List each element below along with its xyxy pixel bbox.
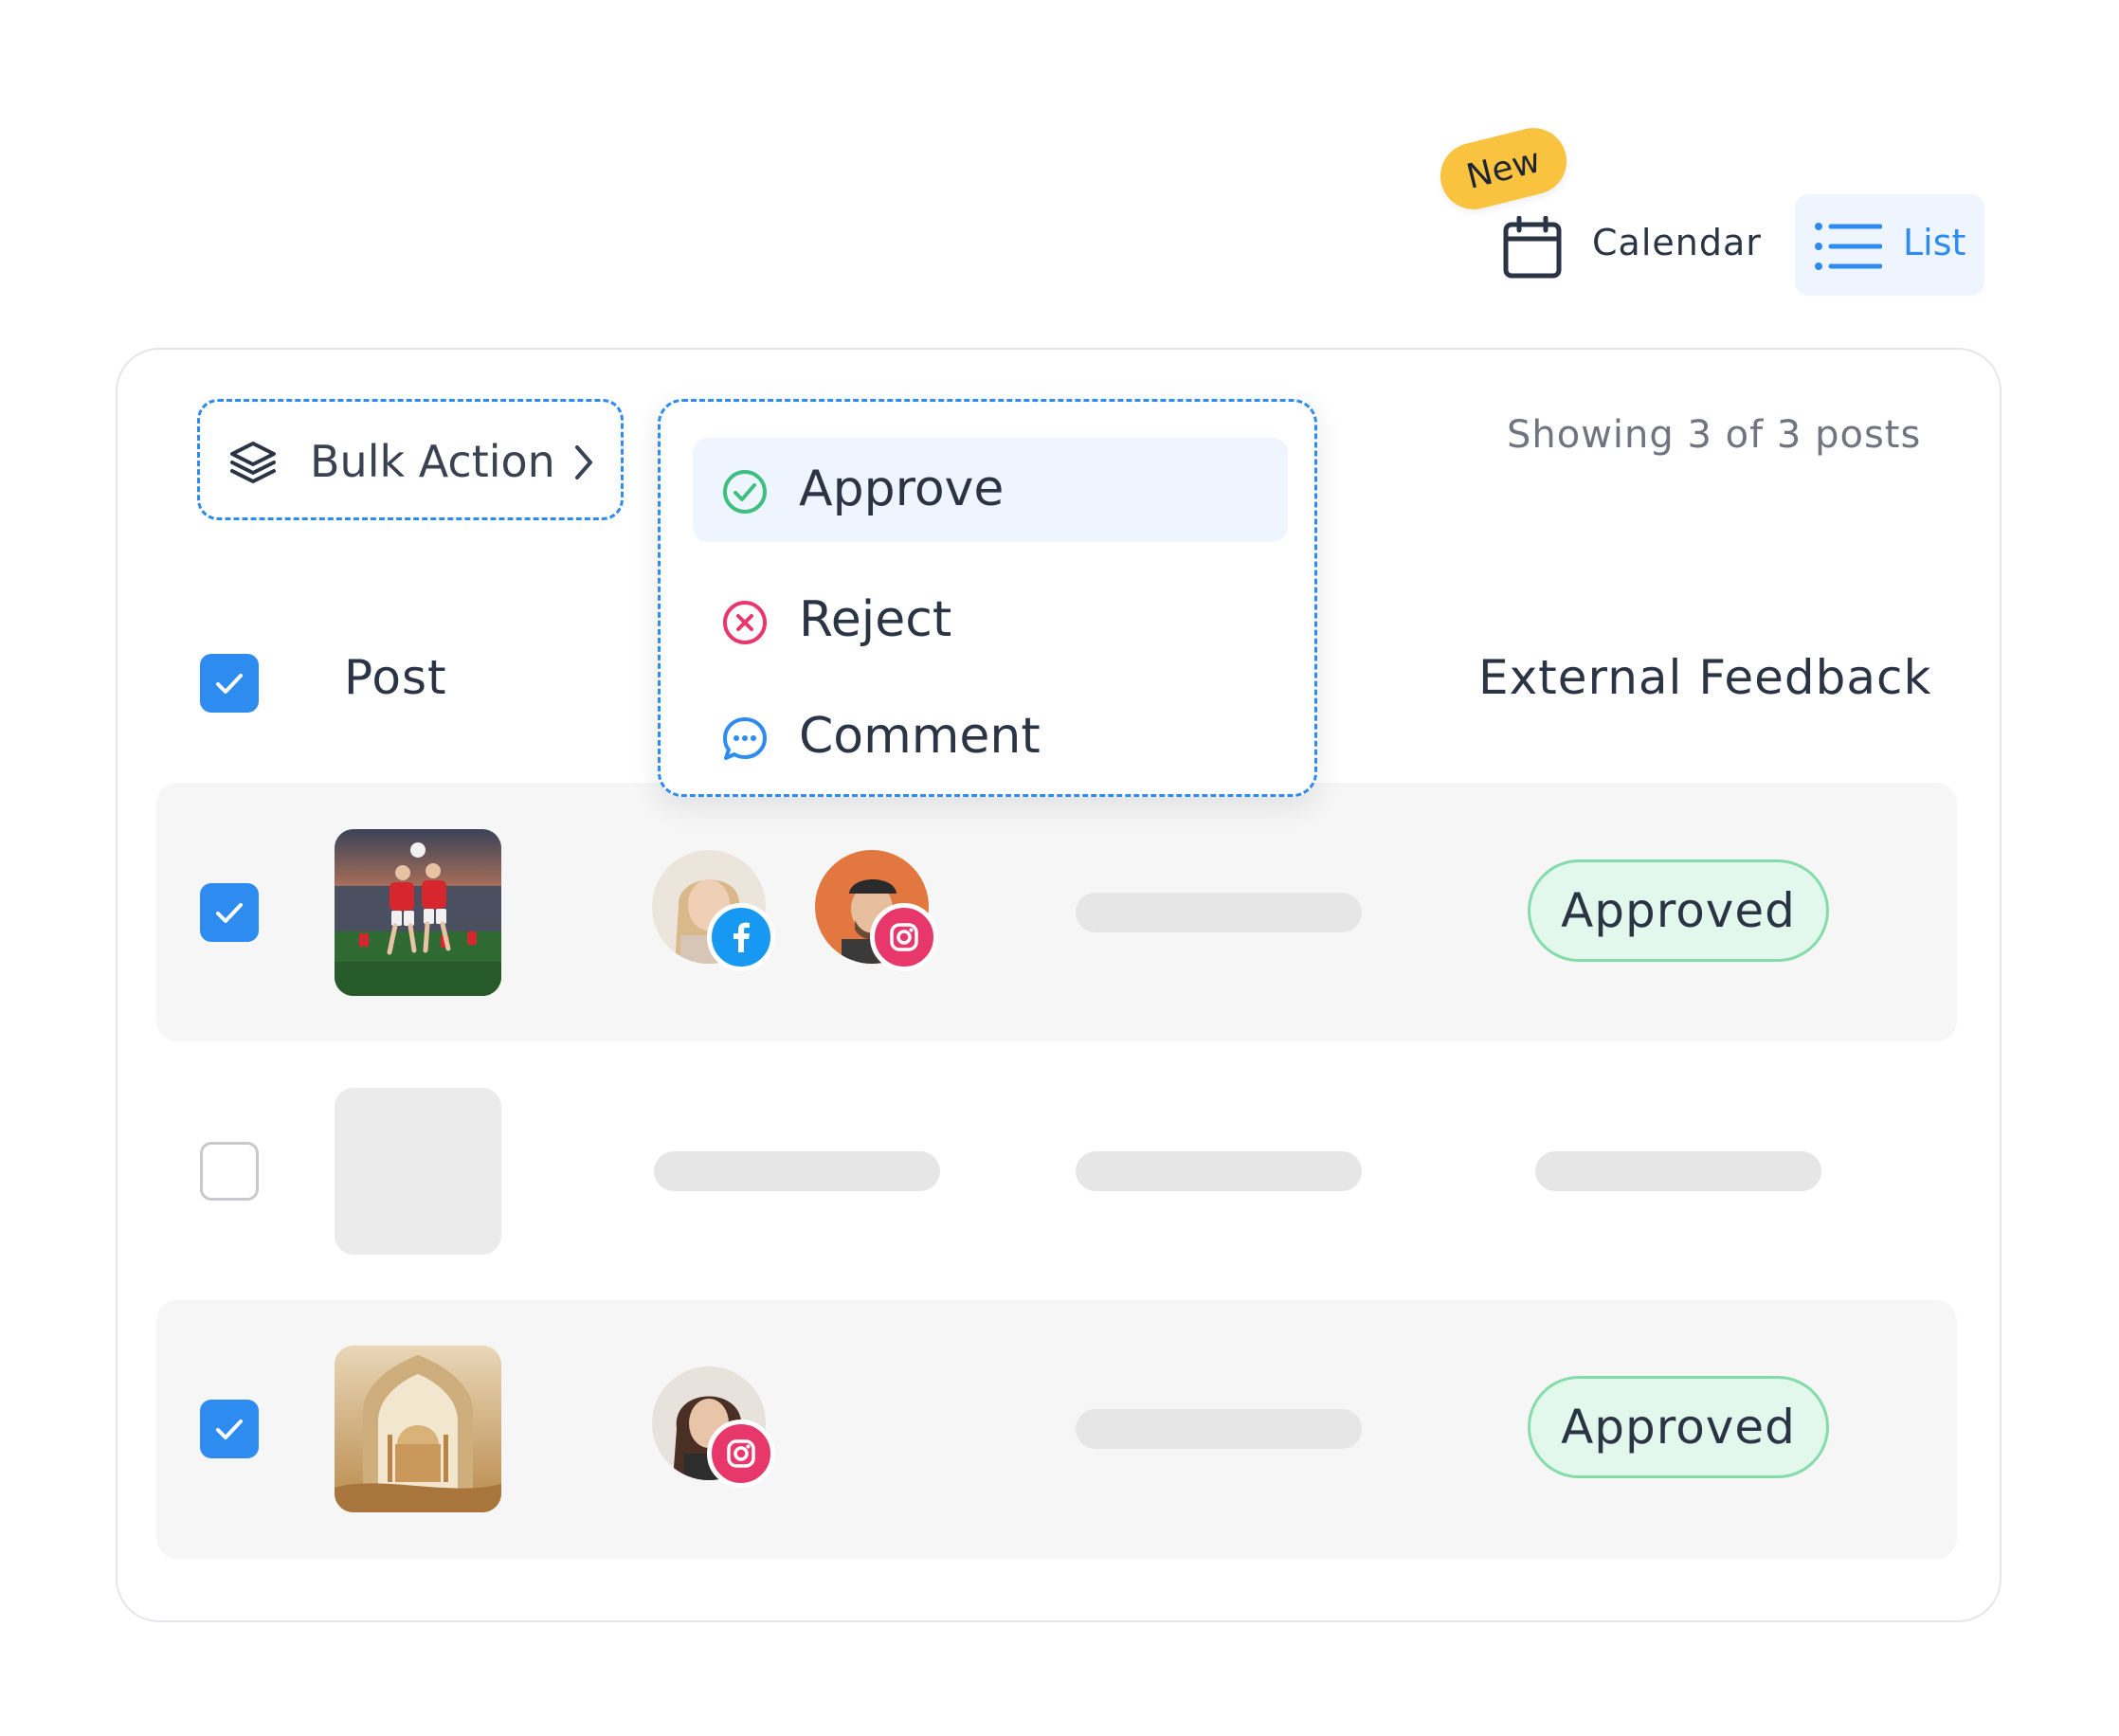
thumbnail-placeholder [335, 1088, 501, 1255]
calendar-view-tab[interactable]: Calendar [1592, 222, 1762, 263]
mosque-thumbnail[interactable] [335, 1346, 501, 1512]
new-badge-label: New [1462, 140, 1545, 197]
checkmark-icon [216, 674, 243, 694]
layers-icon [230, 442, 276, 483]
loading-placeholder [1076, 1151, 1362, 1191]
chat-bubble-icon [723, 717, 767, 760]
calendar-icon[interactable] [1503, 216, 1562, 279]
posts-count-text: Showing 3 of 3 posts [1507, 413, 1922, 457]
status-badge: Approved [1528, 859, 1829, 962]
bulk-action-menu: Approve Reject Comment [658, 399, 1317, 797]
chevron-right-icon [575, 445, 592, 479]
menu-item-reject[interactable]: Reject [693, 569, 1288, 673]
instagram-icon [870, 903, 938, 971]
row-checkbox[interactable] [200, 1142, 259, 1201]
x-circle-icon [723, 601, 767, 644]
bulk-action-button[interactable]: Bulk Action [197, 399, 624, 520]
list-view-label[interactable]: List [1903, 222, 1965, 263]
facebook-icon [707, 903, 775, 971]
column-header-post[interactable]: Post [344, 650, 447, 705]
menu-item-comment[interactable]: Comment [693, 685, 1288, 789]
checkmark-icon [216, 1420, 243, 1439]
column-header-external-feedback[interactable]: External Feedback [1478, 650, 1931, 705]
checkmark-icon [216, 903, 243, 923]
instagram-icon [707, 1420, 775, 1488]
loading-placeholder [1535, 1151, 1821, 1191]
soccer-thumbnail[interactable] [335, 829, 501, 996]
loading-placeholder [654, 1151, 940, 1191]
row-checkbox[interactable] [200, 883, 259, 942]
bulk-action-label: Bulk Action [310, 436, 555, 487]
menu-item-label: Approve [799, 461, 1005, 517]
new-badge: New [1433, 120, 1574, 217]
menu-item-approve[interactable]: Approve [693, 438, 1288, 542]
list-icon [1815, 223, 1882, 270]
menu-item-label: Reject [799, 591, 952, 648]
status-badge: Approved [1528, 1376, 1829, 1478]
select-all-checkbox[interactable] [200, 654, 259, 713]
loading-placeholder [1076, 1409, 1362, 1449]
check-circle-icon [723, 470, 767, 514]
loading-placeholder [1076, 893, 1362, 932]
row-checkbox[interactable] [200, 1400, 259, 1458]
menu-item-label: Comment [799, 708, 1041, 765]
